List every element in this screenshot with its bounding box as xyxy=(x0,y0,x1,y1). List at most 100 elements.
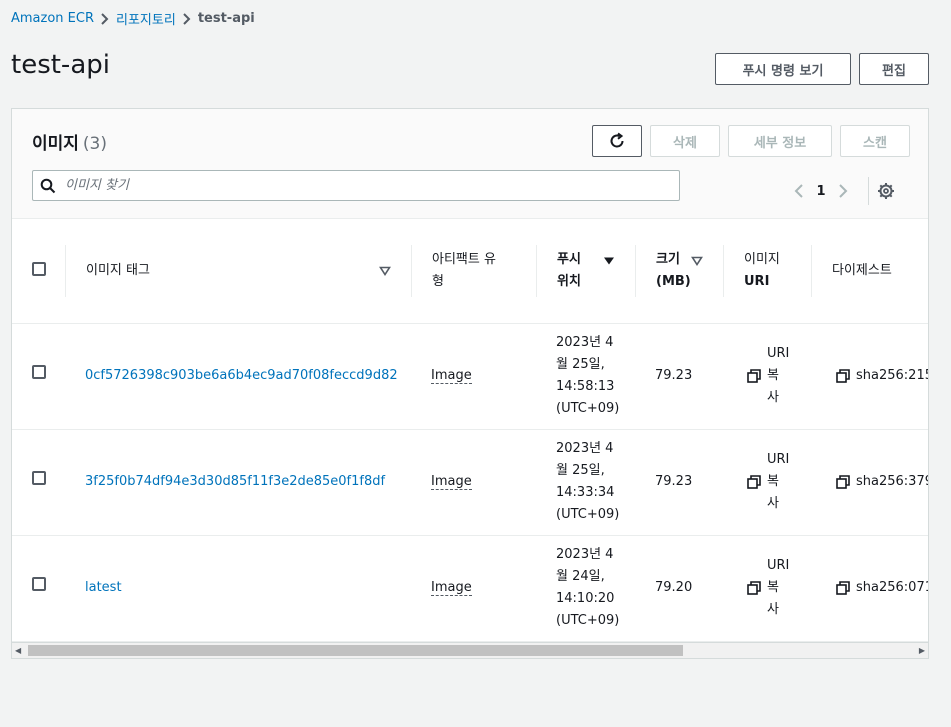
row-checkbox[interactable] xyxy=(32,471,46,485)
search-input[interactable] xyxy=(63,177,663,194)
copy-digest-button[interactable]: sha256:215 xyxy=(836,365,929,387)
copy-icon xyxy=(747,581,761,595)
copy-uri-button[interactable]: URI 복 사 xyxy=(747,449,791,515)
sort-down-filled-icon xyxy=(603,256,615,266)
column-header-tag-label: 이미지 태그 xyxy=(86,262,150,278)
next-page-icon[interactable] xyxy=(836,183,850,199)
copy-uri-label: URI xyxy=(767,346,790,361)
copy-uri-label: 사 xyxy=(767,390,779,405)
scrollbar-thumb[interactable] xyxy=(28,645,683,656)
table-header-row: 이미지 태그 아티팩트 유 형 푸시 위치 크기 (MB) 이미지 URI 다이… xyxy=(12,219,928,324)
pushed-line: (UTC+09) xyxy=(556,401,620,416)
breadcrumb-current: test-api xyxy=(197,11,255,26)
chevron-right-icon xyxy=(176,11,198,26)
tag-cell: 3f25f0b74df94e3d30d85f11f3e2de85e0f1f8df xyxy=(65,429,411,536)
pushed-line: 월 25일, xyxy=(556,357,605,372)
table-row: latest Image 2023년 4 월 24일, 14:10:20 (UT… xyxy=(12,535,928,642)
copy-icon xyxy=(747,475,761,489)
pushed-line: 2023년 4 xyxy=(556,441,614,456)
breadcrumb-amazon-ecr[interactable]: Amazon ECR xyxy=(11,11,94,26)
pushed-line: 2023년 4 xyxy=(556,547,614,562)
edit-button[interactable]: 편집 xyxy=(859,53,929,85)
column-header-pushed[interactable]: 푸시 위치 xyxy=(536,219,635,324)
pushed-line: 14:33:34 xyxy=(556,485,615,500)
uri-cell: URI 복 사 xyxy=(723,429,811,536)
horizontal-scrollbar[interactable]: ◀ ▶ xyxy=(12,642,928,658)
scan-button[interactable]: 스캔 xyxy=(840,125,910,157)
refresh-icon xyxy=(608,132,626,150)
column-header-tag[interactable]: 이미지 태그 xyxy=(65,219,411,324)
uri-cell: URI 복 사 xyxy=(723,535,811,642)
pushed-line: 월 24일, xyxy=(556,569,605,584)
digest-cell: sha256:071 xyxy=(811,535,928,642)
pushed-line: 월 25일, xyxy=(556,463,605,478)
copy-icon xyxy=(836,475,850,489)
artifact-type[interactable]: Image xyxy=(431,368,472,384)
tag-cell: 0cf5726398c903be6a6b4ec9ad70f08feccd9d82 xyxy=(65,323,411,430)
uri-cell: URI 복 사 xyxy=(723,323,811,430)
prev-page-icon[interactable] xyxy=(792,183,806,199)
row-select-cell xyxy=(12,429,65,536)
column-header-artifact-line2: 형 xyxy=(432,273,444,289)
pushed-line: 14:10:20 xyxy=(556,591,615,606)
details-button[interactable]: 세부 정보 xyxy=(728,125,832,157)
tag-cell: latest xyxy=(65,535,411,642)
row-checkbox[interactable] xyxy=(32,577,46,591)
digest-value: sha256:215 xyxy=(856,368,929,383)
column-header-artifact: 아티팩트 유 형 xyxy=(411,219,536,324)
digest-value: sha256:379 xyxy=(856,474,929,489)
column-header-uri-line2: URI xyxy=(744,273,770,289)
copy-icon xyxy=(747,369,761,383)
copy-digest-button[interactable]: sha256:071 xyxy=(836,577,928,599)
pagination: 1 xyxy=(792,177,895,205)
column-header-uri-line1: 이미지 xyxy=(744,251,780,267)
scroll-right-arrow-icon[interactable]: ▶ xyxy=(919,646,925,655)
size-cell: 79.23 xyxy=(635,429,723,536)
page-title: test-api xyxy=(11,50,110,80)
column-header-size[interactable]: 크기 (MB) xyxy=(635,219,723,324)
copy-uri-button[interactable]: URI 복 사 xyxy=(747,343,791,409)
delete-button[interactable]: 삭제 xyxy=(650,125,720,157)
pushed-line: (UTC+09) xyxy=(556,507,620,522)
copy-uri-label: 복 xyxy=(767,368,779,383)
pushed-line: 2023년 4 xyxy=(556,335,614,350)
row-checkbox[interactable] xyxy=(32,365,46,379)
image-tag-link[interactable]: 0cf5726398c903be6a6b4ec9ad70f08feccd9d82 xyxy=(85,368,398,383)
artifact-cell: Image xyxy=(411,429,536,536)
copy-digest-button[interactable]: sha256:379 xyxy=(836,471,929,493)
column-header-digest-label: 다이제스트 xyxy=(832,262,892,278)
column-header-pushed-line1: 푸시 xyxy=(557,251,581,267)
row-select-cell xyxy=(12,323,65,430)
column-header-pushed-line2: 위치 xyxy=(557,273,581,289)
artifact-cell: Image xyxy=(411,323,536,430)
refresh-button[interactable] xyxy=(592,125,642,157)
image-count: (3) xyxy=(82,134,108,154)
image-tag-link[interactable]: latest xyxy=(85,580,122,595)
breadcrumb-repositories[interactable]: 리포지토리 xyxy=(116,9,176,28)
copy-uri-button[interactable]: URI 복 사 xyxy=(747,555,791,621)
row-select-cell xyxy=(12,535,65,642)
view-push-commands-button[interactable]: 푸시 명령 보기 xyxy=(715,53,851,85)
select-all-header xyxy=(12,219,65,324)
column-header-digest: 다이제스트 xyxy=(811,219,928,324)
scroll-left-arrow-icon[interactable]: ◀ xyxy=(15,646,21,655)
current-page[interactable]: 1 xyxy=(806,184,836,199)
breadcrumb: Amazon ECR 리포지토리 test-api xyxy=(11,9,255,28)
settings-gear-icon[interactable] xyxy=(877,182,895,200)
artifact-type[interactable]: Image xyxy=(431,580,472,596)
copy-uri-label: 사 xyxy=(767,602,779,617)
artifact-type[interactable]: Image xyxy=(431,474,472,490)
pushed-cell: 2023년 4 월 25일, 14:58:13 (UTC+09) xyxy=(536,323,635,430)
chevron-right-icon xyxy=(94,11,116,26)
pushed-line: (UTC+09) xyxy=(556,613,620,628)
digest-cell: sha256:379 xyxy=(811,429,929,536)
column-header-size-line1: 크기 xyxy=(656,251,680,267)
panel-header: 이미지(3) 삭제 세부 정보 스캔 1 xyxy=(12,109,928,219)
size-cell: 79.20 xyxy=(635,535,723,642)
panel-title-text: 이미지 xyxy=(32,134,79,154)
copy-icon xyxy=(836,369,850,383)
table-row: 3f25f0b74df94e3d30d85f11f3e2de85e0f1f8df… xyxy=(12,429,929,536)
image-tag-link[interactable]: 3f25f0b74df94e3d30d85f11f3e2de85e0f1f8df xyxy=(85,474,385,489)
select-all-checkbox[interactable] xyxy=(32,261,46,276)
copy-uri-label: 복 xyxy=(767,580,779,595)
